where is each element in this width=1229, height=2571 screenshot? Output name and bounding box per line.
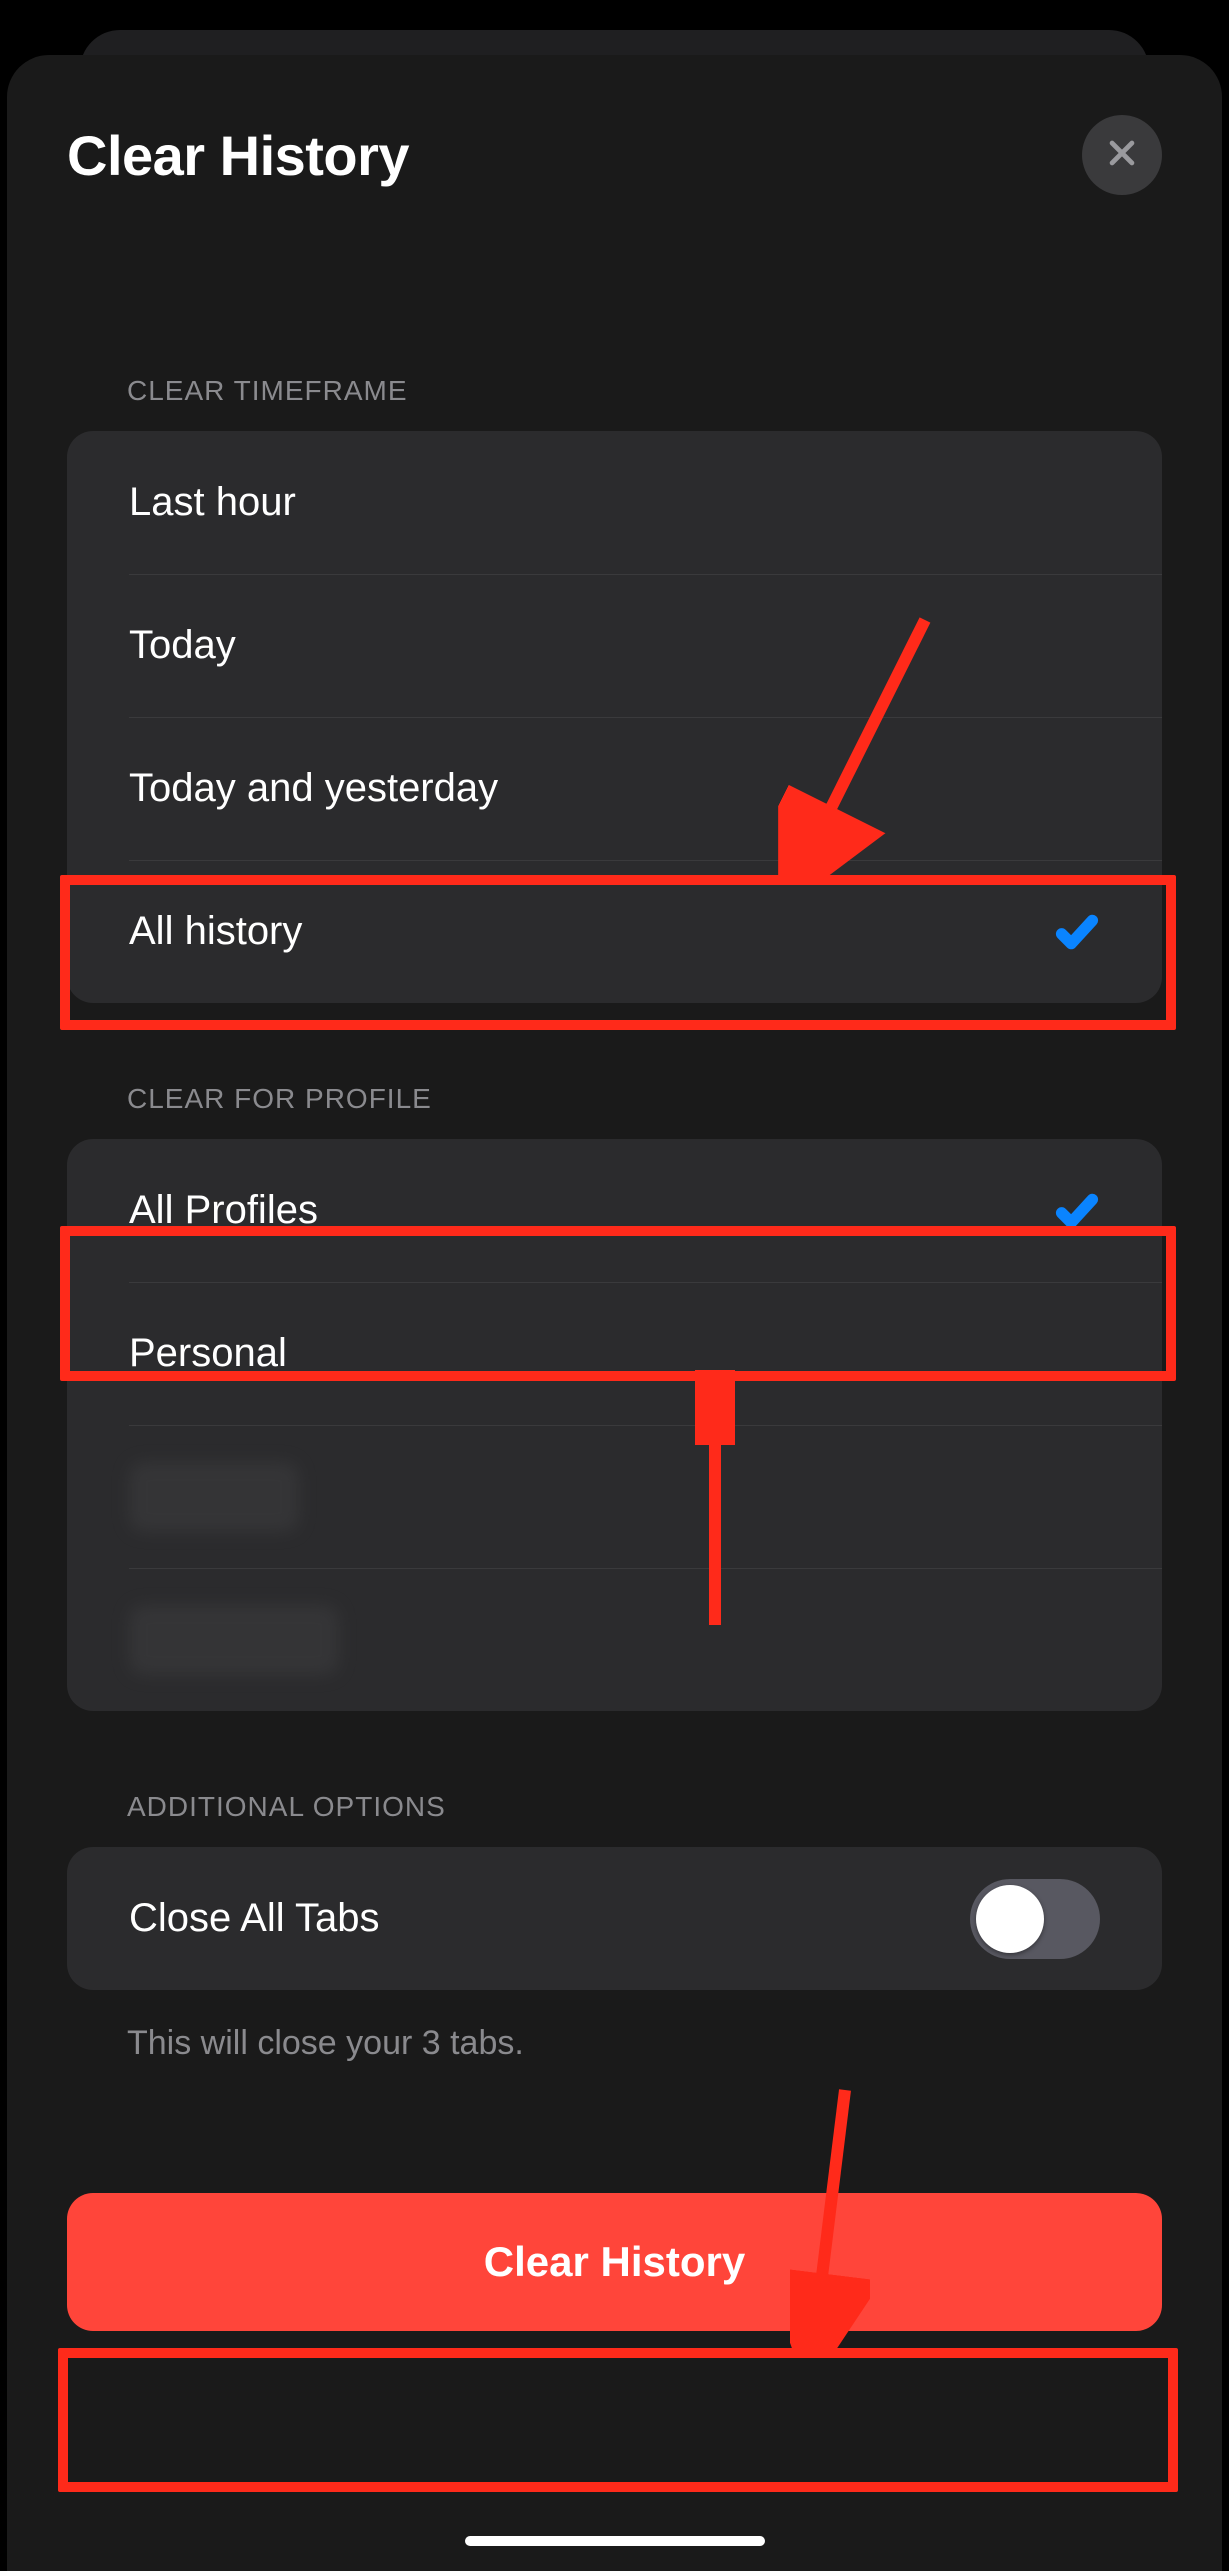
option-label: All history <box>129 909 302 954</box>
redacted-label <box>129 1462 299 1532</box>
sheet-title: Clear History <box>67 123 409 188</box>
close-icon <box>1105 136 1139 175</box>
clear-history-sheet: Clear History Clear Timeframe Last hour … <box>7 55 1222 2571</box>
option-redacted-profile-1[interactable] <box>67 1425 1162 1568</box>
profile-options-card: All Profiles Personal <box>67 1139 1162 1711</box>
section-label-timeframe: Clear Timeframe <box>7 375 1222 431</box>
clear-history-button-label: Clear History <box>484 2238 745 2286</box>
option-label: Close All Tabs <box>129 1896 380 1941</box>
sheet-header: Clear History <box>7 115 1222 255</box>
option-label: Today <box>129 623 236 668</box>
option-all-history[interactable]: All history <box>67 860 1162 1003</box>
option-all-profiles[interactable]: All Profiles <box>67 1139 1162 1282</box>
option-today[interactable]: Today <box>67 574 1162 717</box>
section-label-additional: Additional Options <box>7 1791 1222 1847</box>
additional-options-footer: This will close your 3 tabs. <box>7 1990 1222 2063</box>
close-all-tabs-toggle[interactable] <box>970 1879 1100 1959</box>
redacted-label <box>129 1605 339 1675</box>
close-button[interactable] <box>1082 115 1162 195</box>
section-label-profile: Clear for Profile <box>7 1083 1222 1139</box>
option-close-all-tabs: Close All Tabs <box>67 1847 1162 1990</box>
checkmark-icon <box>1054 909 1100 955</box>
home-indicator <box>465 2536 765 2546</box>
option-today-yesterday[interactable]: Today and yesterday <box>67 717 1162 860</box>
timeframe-options-card: Last hour Today Today and yesterday All … <box>67 431 1162 1003</box>
option-label: Personal <box>129 1331 287 1376</box>
option-last-hour[interactable]: Last hour <box>67 431 1162 574</box>
toggle-knob <box>976 1885 1044 1953</box>
option-label: Last hour <box>129 480 296 525</box>
option-label: Today and yesterday <box>129 766 498 811</box>
option-personal[interactable]: Personal <box>67 1282 1162 1425</box>
option-redacted-profile-2[interactable] <box>67 1568 1162 1711</box>
checkmark-icon <box>1054 1188 1100 1234</box>
additional-options-card: Close All Tabs <box>67 1847 1162 1990</box>
option-label: All Profiles <box>129 1188 318 1233</box>
clear-history-button[interactable]: Clear History <box>67 2193 1162 2331</box>
